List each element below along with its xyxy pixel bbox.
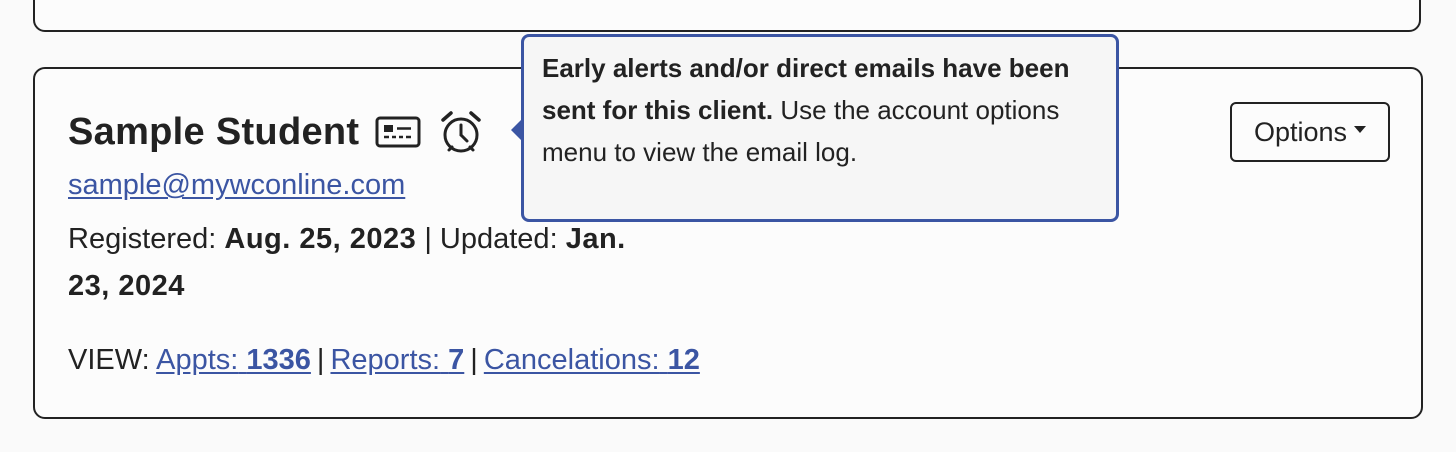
page: Sample Student sample@mywconline.com Reg… [0, 0, 1456, 452]
id-card-icon[interactable] [375, 115, 421, 149]
reports-link-label: Reports: [330, 344, 441, 376]
view-separator: | [316, 344, 325, 376]
registration-info: Registered: Aug. 25, 2023 | Updated: Jan… [68, 216, 668, 310]
info-separator: | [424, 223, 432, 255]
alarm-clock-icon[interactable] [437, 108, 485, 156]
reports-count: 7 [448, 344, 465, 376]
view-label: VIEW: [68, 344, 150, 376]
appointments-count: 1336 [246, 344, 311, 376]
updated-label: Updated: [439, 223, 558, 255]
appointments-link[interactable]: Appts: 1336 [156, 344, 311, 376]
view-links: VIEW: Appts: 1336 | Reports: 7 | Cancelation… [68, 344, 700, 377]
registered-date: Aug. 25, 2023 [224, 223, 417, 255]
registered-label: Registered: [68, 223, 217, 255]
options-dropdown-button[interactable]: Options [1230, 102, 1390, 162]
previous-client-card [33, 0, 1421, 32]
cancelations-link-label: Cancelations: [483, 344, 660, 376]
view-separator: | [470, 344, 478, 376]
cancelations-link[interactable]: Cancelations: 12 [484, 344, 700, 376]
client-email-link[interactable]: sample@mywconline.com [68, 169, 405, 202]
client-header: Sample Student [68, 107, 485, 157]
caret-down-icon [1354, 125, 1367, 133]
reports-link[interactable]: Reports: 7 [330, 344, 464, 376]
cancelations-count: 12 [667, 344, 700, 376]
client-name: Sample Student [68, 110, 360, 153]
early-alert-tooltip: Early alerts and/or direct emails have b… [511, 34, 1119, 222]
tooltip-arrow [511, 119, 522, 141]
appointments-link-label: Appts: [156, 344, 239, 376]
options-label: Options [1253, 116, 1348, 147]
